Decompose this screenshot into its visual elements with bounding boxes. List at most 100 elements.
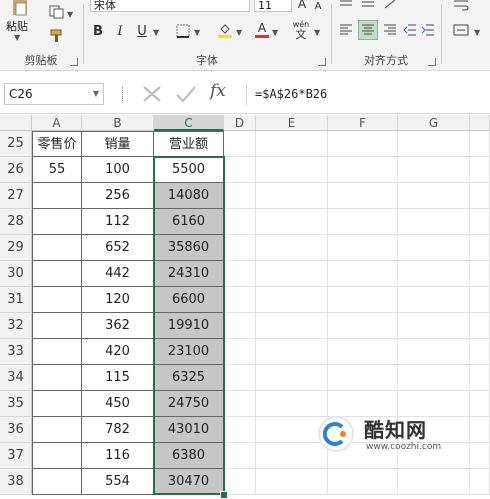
fill-color-button[interactable] [216, 20, 234, 40]
empty-cell[interactable] [470, 365, 490, 391]
align-left-button[interactable] [338, 22, 354, 38]
empty-cell[interactable] [224, 339, 256, 365]
grow-font-button[interactable]: A [296, 0, 308, 11]
paste-dropdown-icon[interactable]: ▼ [14, 33, 20, 42]
top-align-button[interactable] [338, 0, 354, 10]
cell-c[interactable]: 营业额 [154, 131, 224, 157]
decrease-indent-button[interactable] [402, 22, 418, 38]
empty-cell[interactable] [398, 183, 470, 209]
cell-c[interactable]: 35860 [154, 235, 224, 261]
row-header[interactable]: 25 [0, 131, 32, 157]
empty-cell[interactable] [328, 157, 398, 183]
row-header[interactable]: 38 [0, 469, 32, 495]
clipboard-launcher-icon[interactable] [70, 58, 78, 66]
cell-c[interactable]: 43010 [154, 417, 224, 443]
empty-cell[interactable] [328, 287, 398, 313]
empty-cell[interactable] [224, 235, 256, 261]
empty-cell[interactable] [224, 391, 256, 417]
empty-cell[interactable] [224, 261, 256, 287]
empty-cell[interactable] [256, 261, 328, 287]
insert-function-button[interactable]: fx [210, 81, 238, 105]
empty-cell[interactable] [224, 183, 256, 209]
cell-c[interactable]: 14080 [154, 183, 224, 209]
cell-b[interactable]: 782 [82, 417, 154, 443]
enter-icon[interactable] [174, 83, 198, 105]
row-header[interactable]: 36 [0, 417, 32, 443]
empty-cell[interactable] [398, 235, 470, 261]
cell-a[interactable] [32, 261, 82, 287]
cell-a[interactable] [32, 339, 82, 365]
align-center-button[interactable] [358, 20, 378, 40]
cell-c[interactable]: 24310 [154, 261, 224, 287]
cell-c[interactable]: 24750 [154, 391, 224, 417]
row-header[interactable]: 28 [0, 209, 32, 235]
empty-cell[interactable] [256, 339, 328, 365]
cell-c[interactable]: 30470 [154, 469, 224, 495]
empty-cell[interactable] [224, 209, 256, 235]
empty-cell[interactable] [398, 261, 470, 287]
cell-b[interactable]: 652 [82, 235, 154, 261]
column-header-e[interactable]: E [256, 115, 328, 131]
row-header[interactable]: 26 [0, 157, 32, 183]
column-header-b[interactable]: B [82, 115, 154, 131]
cell-a[interactable]: 零售价 [32, 131, 82, 157]
fill-color-dropdown-icon[interactable]: ▼ [236, 28, 242, 37]
phonetic-dropdown-icon[interactable]: ▼ [314, 28, 320, 37]
empty-cell[interactable] [256, 287, 328, 313]
row-header[interactable]: 35 [0, 391, 32, 417]
bold-button[interactable]: B [90, 22, 106, 40]
cell-b[interactable]: 销量 [82, 131, 154, 157]
empty-cell[interactable] [328, 469, 398, 495]
font-color-dropdown-icon[interactable]: ▼ [272, 28, 278, 37]
row-header[interactable]: 33 [0, 339, 32, 365]
empty-cell[interactable] [256, 469, 328, 495]
row-header[interactable]: 30 [0, 261, 32, 287]
merge-center-button[interactable] [452, 22, 470, 38]
cell-b[interactable]: 442 [82, 261, 154, 287]
row-header[interactable]: 34 [0, 365, 32, 391]
empty-cell[interactable] [470, 157, 490, 183]
copy-dropdown-icon[interactable]: ▼ [67, 10, 73, 19]
alignment-launcher-icon[interactable] [428, 58, 436, 66]
row-header[interactable]: 29 [0, 235, 32, 261]
column-header-f[interactable]: F [328, 115, 398, 131]
empty-cell[interactable] [470, 339, 490, 365]
row-header[interactable]: 27 [0, 183, 32, 209]
empty-cell[interactable] [398, 131, 470, 157]
empty-cell[interactable] [470, 469, 490, 495]
font-name-select[interactable]: 宋体 [90, 0, 250, 12]
merge-dropdown-icon[interactable]: ▼ [474, 28, 480, 37]
italic-button[interactable]: I [112, 22, 128, 40]
empty-cell[interactable] [224, 443, 256, 469]
column-header-a[interactable]: A [32, 115, 82, 131]
font-color-button[interactable]: A [254, 20, 270, 40]
empty-cell[interactable] [470, 417, 490, 443]
empty-cell[interactable] [328, 261, 398, 287]
empty-cell[interactable] [224, 287, 256, 313]
underline-dropdown-icon[interactable]: ▼ [153, 28, 159, 37]
empty-cell[interactable] [328, 313, 398, 339]
cell-a[interactable]: 55 [32, 157, 82, 183]
empty-cell[interactable] [328, 235, 398, 261]
row-header[interactable]: 31 [0, 287, 32, 313]
empty-cell[interactable] [224, 417, 256, 443]
name-box-dropdown-icon[interactable]: ▼ [93, 84, 99, 104]
cell-b[interactable]: 115 [82, 365, 154, 391]
format-painter-button[interactable] [48, 28, 66, 44]
row-header[interactable]: 37 [0, 443, 32, 469]
empty-cell[interactable] [256, 209, 328, 235]
cell-c[interactable]: 6325 [154, 365, 224, 391]
empty-cell[interactable] [256, 183, 328, 209]
empty-cell[interactable] [470, 287, 490, 313]
empty-cell[interactable] [398, 209, 470, 235]
empty-cell[interactable] [224, 469, 256, 495]
cell-a[interactable] [32, 287, 82, 313]
select-all-corner[interactable] [0, 115, 32, 131]
font-size-select[interactable]: 11 [254, 0, 292, 12]
cell-c[interactable]: 19910 [154, 313, 224, 339]
shrink-font-button[interactable]: A [312, 0, 324, 12]
empty-cell[interactable] [224, 365, 256, 391]
phonetic-button[interactable]: wén 文 [290, 18, 312, 42]
empty-cell[interactable] [398, 365, 470, 391]
empty-cell[interactable] [470, 443, 490, 469]
